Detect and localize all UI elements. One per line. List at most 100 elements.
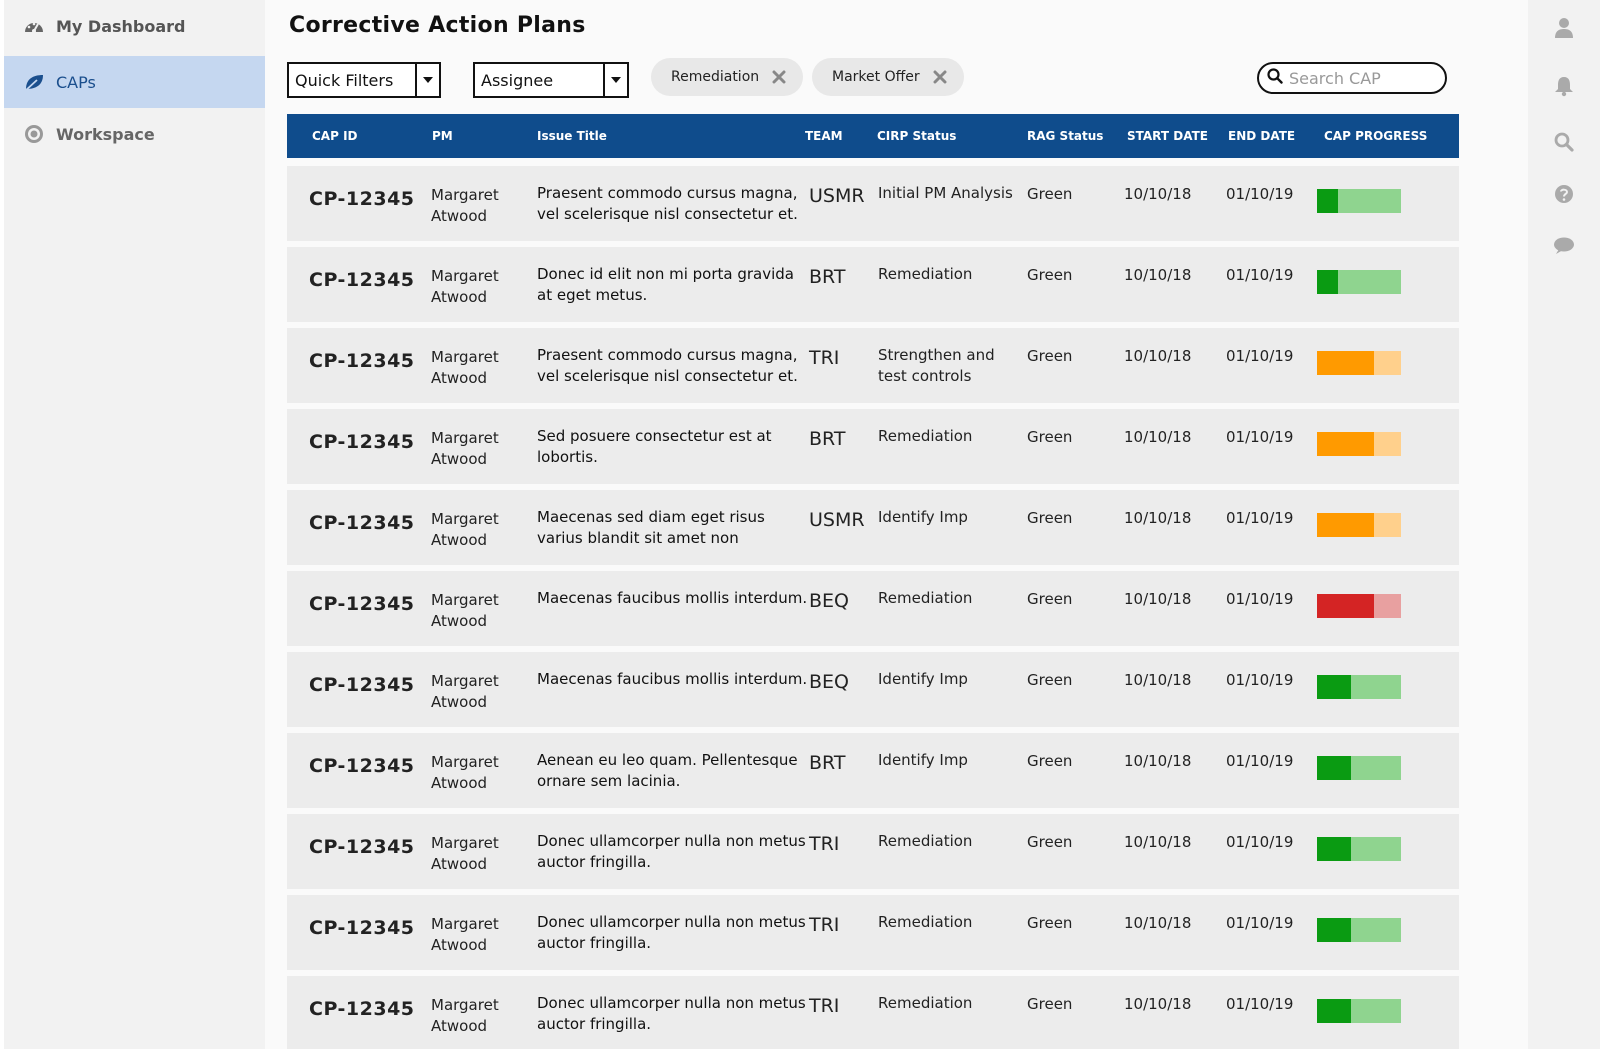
close-icon[interactable] bbox=[932, 69, 948, 85]
column-header-cirp-status[interactable]: CIRP Status bbox=[877, 129, 956, 143]
cap-id-cell[interactable]: CP-12345 bbox=[309, 674, 415, 696]
cap-id-cell[interactable]: CP-12345 bbox=[309, 188, 415, 210]
start-date-cell: 10/10/18 bbox=[1124, 914, 1192, 932]
progress-fill bbox=[1317, 756, 1351, 780]
search-icon[interactable] bbox=[1552, 130, 1576, 154]
table-row[interactable]: CP-12345 Margaret Atwood Donec ullamcorper… bbox=[287, 814, 1459, 889]
issue-title-cell: Maecenas sed diam eget risus varius blan… bbox=[537, 508, 765, 547]
rag-status-cell: Green bbox=[1027, 185, 1073, 203]
team-cell: TRI bbox=[809, 347, 840, 369]
table-row[interactable]: CP-12345 Margaret Atwood Maecenas sed diam… bbox=[287, 490, 1459, 565]
cirp-status-cell: Identify Imp bbox=[878, 751, 968, 769]
table-row[interactable]: CP-12345 Margaret Atwood Donec ullamcorper… bbox=[287, 895, 1459, 970]
pm-cell: Margaret Atwood bbox=[431, 510, 499, 549]
start-date-cell: 10/10/18 bbox=[1124, 833, 1192, 851]
table-row[interactable]: CP-12345 Margaret Atwood Praesent commodo … bbox=[287, 166, 1459, 241]
table-row[interactable]: CP-12345 Margaret Atwood Maecenas faucibus… bbox=[287, 571, 1459, 646]
user-icon[interactable] bbox=[1552, 16, 1576, 40]
column-header-cap-id[interactable]: CAP ID bbox=[312, 129, 358, 143]
pm-cell: Margaret Atwood bbox=[431, 348, 499, 387]
chat-icon[interactable] bbox=[1552, 234, 1576, 258]
issue-title-cell: Praesent commodo cursus magna, vel scele… bbox=[537, 184, 798, 223]
cap-id-cell[interactable]: CP-12345 bbox=[309, 593, 415, 615]
table-row[interactable]: CP-12345 Margaret Atwood Donec ullamcorper… bbox=[287, 976, 1459, 1049]
table-row[interactable]: CP-12345 Margaret Atwood Praesent commodo … bbox=[287, 328, 1459, 403]
pm-cell: Margaret Atwood bbox=[431, 834, 499, 873]
rag-status-cell: Green bbox=[1027, 833, 1073, 851]
end-date-cell: 01/10/19 bbox=[1226, 590, 1294, 608]
cap-id-cell[interactable]: CP-12345 bbox=[309, 350, 415, 372]
quick-filters-select[interactable]: Quick Filters bbox=[287, 62, 441, 98]
table-row[interactable]: CP-12345 Margaret Atwood Aenean eu leo qua… bbox=[287, 733, 1459, 808]
filter-chip-market-offer: Market Offer bbox=[812, 58, 964, 96]
team-cell: TRI bbox=[809, 995, 840, 1017]
end-date-cell: 01/10/19 bbox=[1226, 752, 1294, 770]
start-date-cell: 10/10/18 bbox=[1124, 347, 1192, 365]
pm-cell: Margaret Atwood bbox=[431, 267, 499, 306]
sidebar-item-my-dashboard[interactable]: My Dashboard bbox=[4, 0, 265, 52]
cap-progress-bar bbox=[1317, 675, 1401, 699]
column-header-rag-status[interactable]: RAG Status bbox=[1027, 129, 1103, 143]
pm-cell: Margaret Atwood bbox=[431, 672, 499, 711]
end-date-cell: 01/10/19 bbox=[1226, 914, 1294, 932]
issue-title-cell: Donec ullamcorper nulla non metus auctor… bbox=[537, 832, 806, 871]
cirp-status-cell: Strengthen and test controls bbox=[878, 346, 995, 385]
column-header-end-date[interactable]: END DATE bbox=[1228, 129, 1295, 143]
sidebar-item-label: Workspace bbox=[56, 124, 155, 144]
cirp-status-cell: Remediation bbox=[878, 265, 973, 283]
cap-id-cell[interactable]: CP-12345 bbox=[309, 755, 415, 777]
pm-cell: Margaret Atwood bbox=[431, 915, 499, 954]
sidebar-item-workspace[interactable]: Workspace bbox=[4, 108, 265, 160]
team-cell: BEQ bbox=[809, 671, 849, 693]
dashboard-icon bbox=[22, 14, 46, 38]
cirp-status-cell: Initial PM Analysis bbox=[878, 184, 1013, 202]
team-cell: BEQ bbox=[809, 590, 849, 612]
table-row[interactable]: CP-12345 Margaret Atwood Sed posuere conse… bbox=[287, 409, 1459, 484]
column-header-cap-progress[interactable]: CAP PROGRESS bbox=[1324, 129, 1427, 143]
cap-id-cell[interactable]: CP-12345 bbox=[309, 431, 415, 453]
sidebar-item-caps[interactable]: CAPs bbox=[4, 56, 265, 108]
rag-status-cell: Green bbox=[1027, 266, 1073, 284]
main-content: Corrective Action Plans Quick Filters As… bbox=[265, 0, 1528, 1049]
progress-fill bbox=[1317, 189, 1338, 213]
table-row[interactable]: CP-12345 Margaret Atwood Donec id elit non… bbox=[287, 247, 1459, 322]
chip-label: Market Offer bbox=[832, 69, 920, 85]
rag-status-cell: Green bbox=[1027, 428, 1073, 446]
pm-cell: Margaret Atwood bbox=[431, 591, 499, 630]
cirp-status-cell: Remediation bbox=[878, 427, 973, 445]
column-header-issue-title[interactable]: Issue Title bbox=[537, 129, 607, 143]
chip-label: Remediation bbox=[671, 69, 760, 85]
cap-id-cell[interactable]: CP-12345 bbox=[309, 998, 415, 1020]
search-icon bbox=[1267, 68, 1283, 88]
cirp-status-cell: Remediation bbox=[878, 832, 973, 850]
start-date-cell: 10/10/18 bbox=[1124, 671, 1192, 689]
filter-chip-remediation: Remediation bbox=[651, 58, 804, 96]
chevron-down-icon bbox=[415, 64, 439, 96]
start-date-cell: 10/10/18 bbox=[1124, 995, 1192, 1013]
cap-id-cell[interactable]: CP-12345 bbox=[309, 917, 415, 939]
search-input[interactable] bbox=[1289, 68, 1439, 88]
bell-icon[interactable] bbox=[1552, 74, 1576, 98]
pm-cell: Margaret Atwood bbox=[431, 996, 499, 1035]
table-header: CAP ID PM Issue Title TEAM CIRP Status R… bbox=[287, 114, 1459, 158]
cap-id-cell[interactable]: CP-12345 bbox=[309, 836, 415, 858]
column-header-start-date[interactable]: START DATE bbox=[1127, 129, 1208, 143]
help-icon[interactable] bbox=[1552, 182, 1576, 206]
progress-fill bbox=[1317, 999, 1351, 1023]
column-header-team[interactable]: TEAM bbox=[805, 129, 843, 143]
progress-fill bbox=[1317, 270, 1338, 294]
cap-progress-bar bbox=[1317, 594, 1401, 618]
team-cell: USMR bbox=[809, 185, 865, 207]
table-row[interactable]: CP-12345 Margaret Atwood Maecenas faucibus… bbox=[287, 652, 1459, 727]
target-icon bbox=[22, 122, 46, 146]
rag-status-cell: Green bbox=[1027, 590, 1073, 608]
pm-cell: Margaret Atwood bbox=[431, 429, 499, 468]
rag-status-cell: Green bbox=[1027, 995, 1073, 1013]
close-icon[interactable] bbox=[771, 69, 787, 85]
cap-id-cell[interactable]: CP-12345 bbox=[309, 512, 415, 534]
column-header-pm[interactable]: PM bbox=[432, 129, 453, 143]
assignee-select[interactable]: Assignee bbox=[473, 62, 629, 98]
rag-status-cell: Green bbox=[1027, 671, 1073, 689]
cap-id-cell[interactable]: CP-12345 bbox=[309, 269, 415, 291]
team-cell: USMR bbox=[809, 509, 865, 531]
